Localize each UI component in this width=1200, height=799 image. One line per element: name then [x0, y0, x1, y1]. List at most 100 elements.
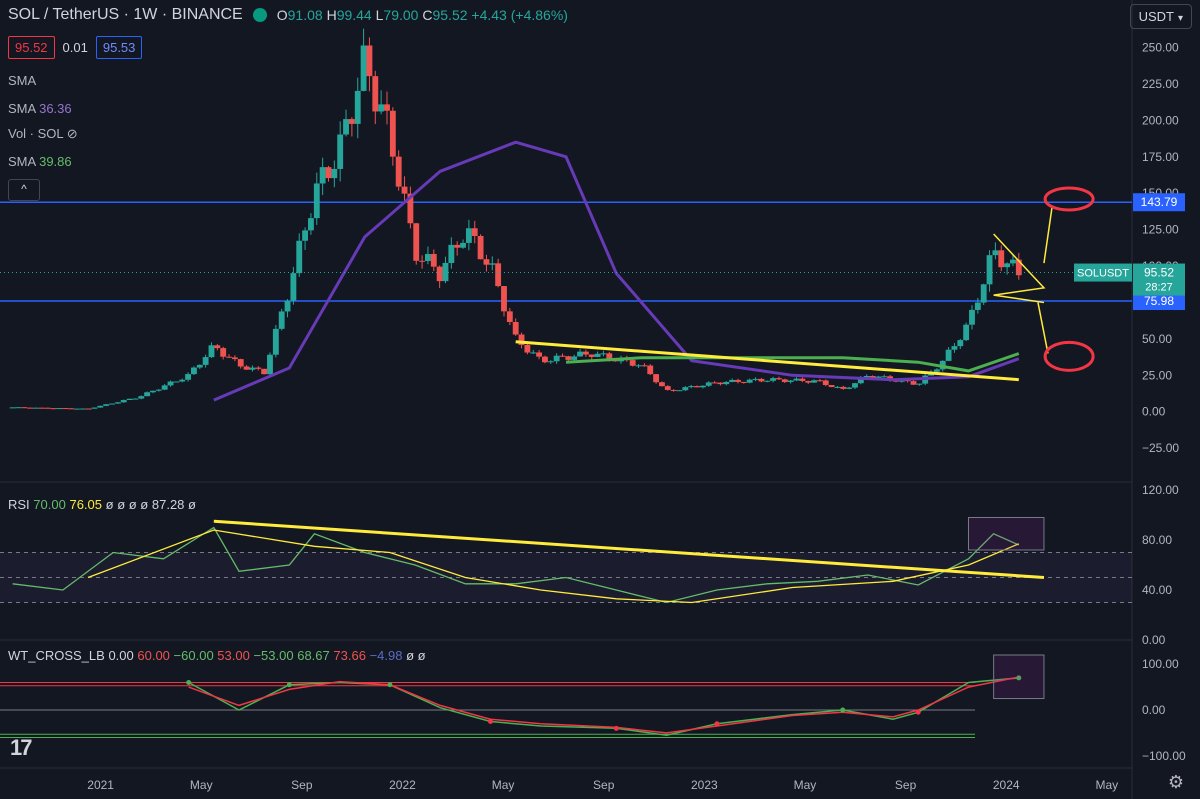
eye-hidden-icon[interactable]: ⊘ — [67, 126, 78, 141]
candle-body — [664, 386, 671, 390]
wt-cross-dot — [186, 680, 192, 685]
y-tick-label: 0.00 — [1142, 633, 1166, 647]
candle-body — [395, 156, 402, 187]
indicator-volume[interactable]: Vol · SOL ⊘ — [8, 126, 78, 142]
y-tick-label: 25.00 — [1142, 368, 1172, 382]
candle-body — [752, 378, 759, 380]
candle-body — [296, 240, 303, 274]
tradingview-logo[interactable]: 17 — [10, 735, 33, 761]
candle-body — [126, 398, 133, 401]
gear-icon[interactable]: ⚙ — [1168, 772, 1184, 793]
rsi-legend[interactable]: RSI 70.00 76.05 ø ø ø ø 87.28 ø — [8, 497, 196, 512]
candle-body — [448, 244, 455, 263]
candle-body — [986, 255, 993, 285]
y-tick-label: 100.00 — [1142, 657, 1179, 671]
candle-body — [980, 284, 987, 303]
candle-body — [536, 352, 543, 357]
candle-body — [255, 367, 262, 369]
candle-body — [588, 354, 595, 357]
candle-body — [974, 302, 981, 310]
chart-canvas[interactable]: 250.00225.00200.00175.00150.00125.00100.… — [0, 0, 1200, 799]
indicator-sma-2[interactable]: SMA 36.36 — [8, 101, 72, 116]
candle-body — [705, 382, 712, 386]
candle-body — [109, 403, 115, 405]
candle-body — [378, 104, 385, 112]
candle-body — [793, 378, 800, 381]
candle-body — [834, 386, 841, 388]
candle-body — [471, 228, 478, 236]
currency-selector[interactable]: USDT ▾ — [1129, 4, 1192, 29]
candle-body — [419, 260, 426, 262]
y-tick-label: 225.00 — [1142, 77, 1179, 91]
candle-body — [963, 324, 970, 341]
candle-body — [220, 348, 227, 357]
sell-button[interactable]: 95.52 — [8, 36, 55, 59]
candle-body — [231, 357, 238, 360]
candle-body — [740, 381, 747, 383]
candle-body — [202, 357, 209, 365]
symbol-title[interactable]: SOL / TetherUS · 1W · BINANCE — [8, 6, 243, 24]
rsi-highlight-box — [967, 517, 1045, 551]
chevron-down-icon: ▾ — [1177, 13, 1183, 24]
candle-body — [787, 380, 794, 383]
candle-body — [308, 218, 314, 231]
open-value: 91.08 — [287, 7, 323, 23]
y-tick-label: 50.00 — [1142, 332, 1172, 346]
arrow-down-drawing — [1037, 302, 1049, 354]
candle-body — [167, 381, 174, 386]
candle-body — [454, 244, 461, 248]
candle-body — [711, 382, 718, 384]
candle-body — [916, 383, 923, 385]
candle-body — [758, 378, 765, 382]
candle-body — [565, 356, 572, 360]
candle-body — [226, 356, 232, 358]
y-tick-label: 0.00 — [1142, 703, 1166, 717]
candle-body — [313, 183, 320, 219]
candle-body — [179, 379, 186, 382]
market-status-icon — [252, 8, 267, 22]
indicator-sma-1[interactable]: SMA — [8, 73, 36, 88]
candle-body — [571, 356, 578, 360]
indicator-sma-3[interactable]: SMA 39.86 — [8, 154, 72, 169]
candle-body — [173, 381, 180, 383]
high-value: 99.44 — [336, 7, 372, 23]
candle-body — [699, 385, 706, 388]
candle-body — [278, 311, 285, 329]
candle-body — [781, 379, 788, 383]
candle-body — [969, 309, 975, 325]
candle-body — [161, 385, 168, 390]
candle-body — [237, 359, 244, 367]
candle-body — [91, 407, 98, 409]
candle-body — [384, 104, 390, 111]
candle-body — [635, 365, 642, 367]
candle-body — [249, 367, 256, 370]
candle-body — [506, 311, 513, 323]
candle-body — [828, 385, 835, 388]
candle-body — [27, 407, 34, 409]
candle-body — [998, 250, 1005, 268]
candle-body — [413, 223, 420, 261]
candle-body — [881, 376, 888, 378]
candle-body — [647, 365, 654, 375]
candle-body — [582, 351, 589, 355]
candle-body — [79, 408, 86, 410]
y-tick-label: −100.00 — [1142, 749, 1186, 763]
candle-body — [688, 386, 695, 388]
target-circle-up — [1043, 186, 1095, 212]
buy-button[interactable]: 95.53 — [95, 36, 143, 59]
candle-body — [659, 382, 665, 387]
candle-body — [542, 356, 548, 363]
x-tick-label: Sep — [291, 778, 313, 792]
wt-legend[interactable]: WT_CROSS_LB 0.00 60.00 −60.00 53.00 −53.… — [8, 648, 426, 663]
collapse-legend-button[interactable]: ^ — [8, 179, 40, 201]
wt-cross-dot — [714, 721, 720, 727]
candle-body — [495, 263, 502, 287]
wt-cross-dot — [915, 709, 921, 715]
candle-body — [15, 407, 22, 409]
candle-body — [425, 253, 431, 261]
candle-body — [933, 369, 940, 372]
target-circle-down — [1043, 340, 1095, 372]
candle-body — [9, 407, 16, 409]
candle-body — [21, 407, 28, 409]
candle-body — [401, 186, 408, 194]
